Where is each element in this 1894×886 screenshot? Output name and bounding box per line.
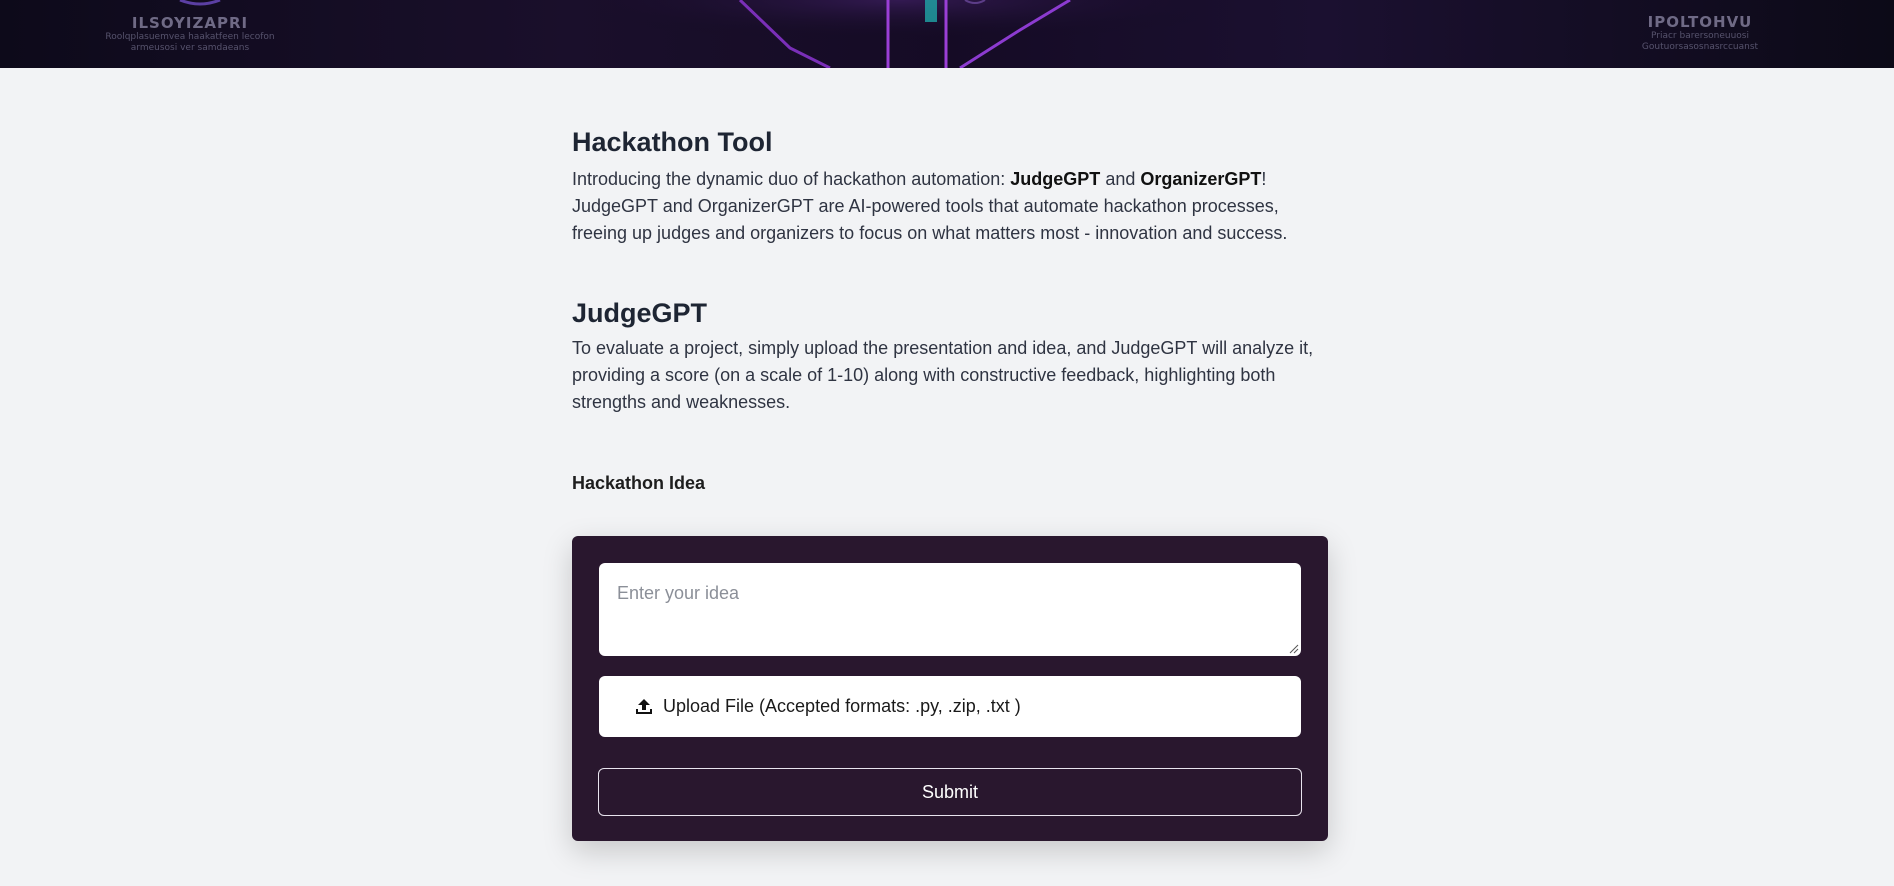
intro-description: Introducing the dynamic duo of hackathon… [572,166,1328,247]
intro-text-and: and [1100,169,1141,189]
hero-banner: ILSOYIZAPRI Roolqplasuemvea haakatfeen l… [0,0,1894,68]
hero-right-caption: IPOLTOHVU Priacr barersoneuuosi Goutuors… [1620,13,1780,53]
intro-bold-organizergpt: OrganizerGPT [1140,169,1262,189]
upload-file-button[interactable]: Upload File (Accepted formats: .py, .zip… [599,676,1301,737]
hero-left-sub1: Roolqplasuemvea haakatfeen lecofon [105,32,275,42]
upload-file-label: Upload File (Accepted formats: .py, .zip… [663,696,1021,716]
upload-icon [636,698,652,714]
page-title: Hackathon Tool [572,127,773,157]
hero-left-sub2: armeusosi ver samdaeans [130,43,250,53]
hero-left-caption: ILSOYIZAPRI Roolqplasuemvea haakatfeen l… [90,14,290,54]
judgegpt-description: To evaluate a project, simply upload the… [572,338,1314,412]
hackathon-idea-label: Hackathon Idea [572,473,706,493]
hero-right-title: IPOLTOHVU [1647,13,1753,31]
hero-left-title: ILSOYIZAPRI [131,14,249,32]
hero-right-sub2: Goutuorsasosnasrccuanst [1641,42,1759,52]
idea-textarea[interactable]: Enter your idea [599,563,1301,656]
intro-text-before: Introducing the dynamic duo of hackathon… [572,169,1011,189]
idea-form-card: Enter your idea Upload File (Accepted fo… [572,536,1328,841]
main-content: Hackathon Tool Introducing the dynamic d… [572,120,1328,495]
hero-right-sub1: Priacr barersoneuuosi [1650,31,1749,41]
submit-button[interactable]: Submit [598,768,1302,816]
intro-bold-judgegpt: JudgeGPT [1010,169,1101,189]
idea-placeholder: Enter your idea [617,583,740,603]
resize-grip-icon[interactable] [1287,642,1299,654]
judgegpt-heading: JudgeGPT [572,298,708,328]
